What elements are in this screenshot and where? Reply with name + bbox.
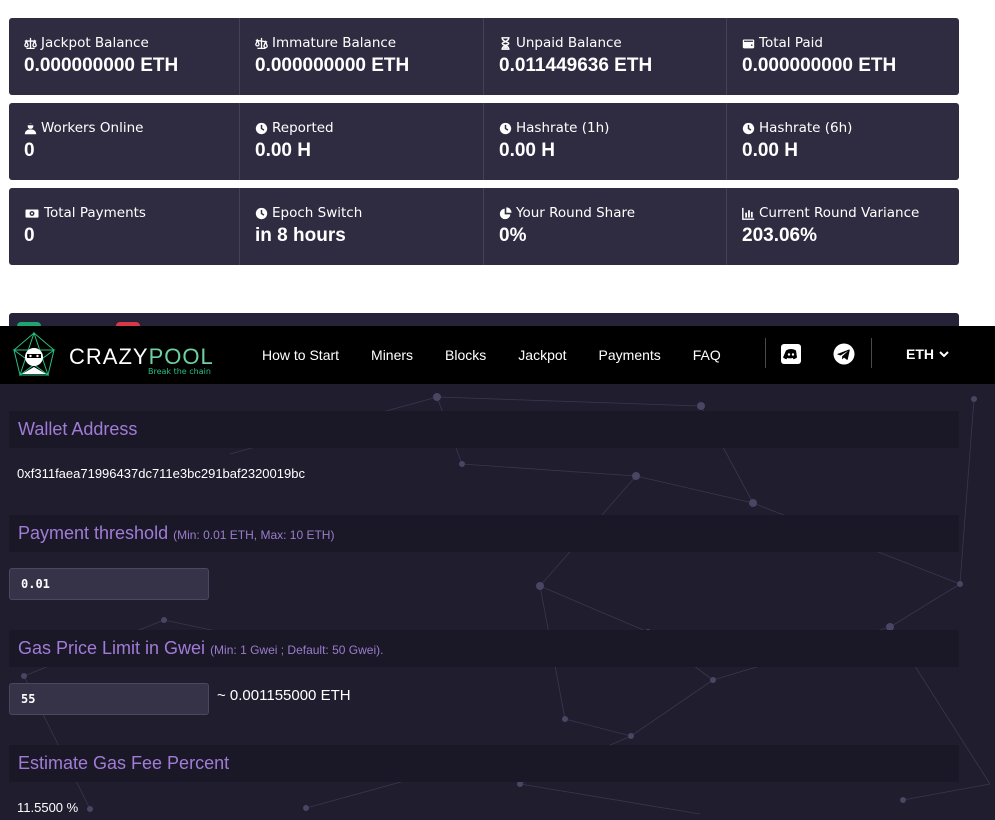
nav-link-miners[interactable]: Miners bbox=[371, 347, 413, 363]
clock-icon bbox=[499, 122, 512, 134]
stat-label: Hashrate (1h) bbox=[516, 120, 610, 136]
section-hint: (Min: 0.01 ETH, Max: 10 ETH) bbox=[173, 528, 335, 542]
stat-round-share: Your Round Share 0% bbox=[483, 188, 726, 265]
stat-value: 203.06% bbox=[742, 225, 818, 246]
gas-fee-percent-value: 11.5500 % bbox=[17, 800, 79, 815]
logo-tagline: Break the chain bbox=[148, 367, 211, 376]
currency-label: ETH bbox=[906, 346, 934, 362]
workers-icon bbox=[24, 122, 37, 134]
nav-link-blocks[interactable]: Blocks bbox=[445, 347, 486, 363]
logo-text-main: CRAZY bbox=[69, 344, 149, 369]
gas-price-limit-header: Gas Price Limit in Gwei (Min: 1 Gwei ; D… bbox=[9, 630, 959, 667]
bar-chart-icon bbox=[742, 207, 755, 220]
crazypool-logo[interactable]: CRAZYPOOL Break the chain bbox=[8, 330, 218, 380]
stat-label: Workers Online bbox=[41, 120, 144, 136]
gas-price-input[interactable] bbox=[9, 683, 209, 715]
nav-link-how-to-start[interactable]: How to Start bbox=[262, 347, 339, 363]
stat-value: 0.011449636 ETH bbox=[499, 55, 653, 76]
stat-label: Current Round Variance bbox=[759, 205, 920, 221]
clock-icon bbox=[255, 122, 268, 134]
stat-reported: Reported 0.00 H bbox=[239, 103, 483, 180]
stats-row-round: Total Payments 0 Epoch Switch in 8 hours… bbox=[9, 188, 959, 265]
stat-label: Total Payments bbox=[44, 205, 146, 221]
telegram-icon[interactable] bbox=[833, 343, 855, 365]
stat-label: Unpaid Balance bbox=[516, 35, 622, 51]
balance-scale-icon bbox=[24, 37, 37, 49]
stat-label: Reported bbox=[272, 120, 334, 136]
section-title: Estimate Gas Fee Percent bbox=[18, 753, 230, 773]
logo-mark-icon bbox=[12, 331, 56, 377]
stat-value: in 8 hours bbox=[255, 225, 346, 246]
stat-value: 0 bbox=[24, 225, 35, 246]
stat-value: 0.00 H bbox=[499, 140, 555, 161]
wallet-icon bbox=[742, 38, 755, 48]
stats-row-hashrate: Workers Online 0 Reported 0.00 H Hashrat… bbox=[9, 103, 959, 180]
stat-epoch-switch: Epoch Switch in 8 hours bbox=[239, 188, 483, 265]
nav-links: How to Start Miners Blocks Jackpot Payme… bbox=[262, 326, 753, 384]
stat-label: Immature Balance bbox=[272, 35, 397, 51]
nav-link-faq[interactable]: FAQ bbox=[693, 347, 721, 363]
stat-total-paid: Total Paid 0.000000000 ETH bbox=[726, 18, 959, 95]
gas-fee-percent-header: Estimate Gas Fee Percent bbox=[9, 745, 959, 782]
clock-icon bbox=[742, 122, 755, 134]
payment-threshold-input[interactable] bbox=[9, 568, 209, 600]
stat-unpaid-balance: Unpaid Balance 0.011449636 ETH bbox=[483, 18, 726, 95]
stat-label: Epoch Switch bbox=[272, 205, 363, 221]
balance-scale-left-icon bbox=[255, 37, 268, 49]
currency-selector[interactable]: ETH bbox=[906, 346, 949, 362]
wallet-address-header: Wallet Address bbox=[9, 411, 959, 448]
stat-label: Total Paid bbox=[759, 35, 823, 51]
section-hint: (Min: 1 Gwei ; Default: 50 Gwei). bbox=[210, 643, 384, 657]
payment-threshold-header: Payment threshold (Min: 0.01 ETH, Max: 1… bbox=[9, 515, 959, 552]
discord-icon[interactable] bbox=[780, 343, 802, 365]
section-title: Gas Price Limit in Gwei bbox=[18, 638, 206, 658]
stat-label: Hashrate (6h) bbox=[759, 120, 853, 136]
stat-immature-balance: Immature Balance 0.000000000 ETH bbox=[239, 18, 483, 95]
chevron-down-icon bbox=[939, 351, 949, 358]
stat-value: 0 bbox=[24, 140, 35, 161]
stat-value: 0.000000000 ETH bbox=[742, 55, 897, 76]
nav-link-payments[interactable]: Payments bbox=[599, 347, 661, 363]
stat-round-variance: Current Round Variance 203.06% bbox=[726, 188, 959, 265]
hourglass-icon bbox=[501, 36, 510, 50]
stat-value: 0.00 H bbox=[255, 140, 311, 161]
stat-label: Your Round Share bbox=[516, 205, 636, 221]
stat-hashrate-6h: Hashrate (6h) 0.00 H bbox=[726, 103, 959, 180]
nav-divider bbox=[871, 338, 872, 368]
stat-hashrate-1h: Hashrate (1h) 0.00 H bbox=[483, 103, 726, 180]
clock-icon bbox=[255, 207, 268, 219]
stats-panel: Jackpot Balance 0.000000000 ETH Immature… bbox=[0, 0, 995, 326]
payout-settings-panel: Wallet Address 0xf311faea71996437dc711e3… bbox=[0, 384, 995, 820]
stat-total-payments: Total Payments 0 bbox=[9, 188, 239, 265]
stat-value: 0.000000000 ETH bbox=[255, 55, 410, 76]
wallet-address-value: 0xf311faea71996437dc711e3bc291baf2320019… bbox=[17, 466, 305, 481]
stat-value: 0% bbox=[499, 225, 527, 246]
stat-value: 0.000000000 ETH bbox=[24, 55, 179, 76]
gas-price-eth-equivalent: ~ 0.001155000 ETH bbox=[217, 687, 351, 704]
stat-label: Jackpot Balance bbox=[41, 35, 149, 51]
nav-divider bbox=[765, 338, 766, 368]
stat-jackpot-balance: Jackpot Balance 0.000000000 ETH bbox=[9, 18, 239, 95]
money-bill-icon bbox=[25, 208, 39, 218]
top-navbar: CRAZYPOOL Break the chain How to Start M… bbox=[0, 326, 995, 384]
logo-text-accent: POOL bbox=[148, 344, 214, 369]
nav-link-jackpot[interactable]: Jackpot bbox=[518, 347, 566, 363]
stat-value: 0.00 H bbox=[742, 140, 798, 161]
section-title: Wallet Address bbox=[18, 419, 138, 439]
stat-workers-online: Workers Online 0 bbox=[9, 103, 239, 180]
next-panel-edge bbox=[9, 313, 959, 326]
section-title: Payment threshold bbox=[18, 523, 169, 543]
stats-row-balances: Jackpot Balance 0.000000000 ETH Immature… bbox=[9, 18, 959, 95]
pie-chart-icon bbox=[499, 206, 512, 219]
